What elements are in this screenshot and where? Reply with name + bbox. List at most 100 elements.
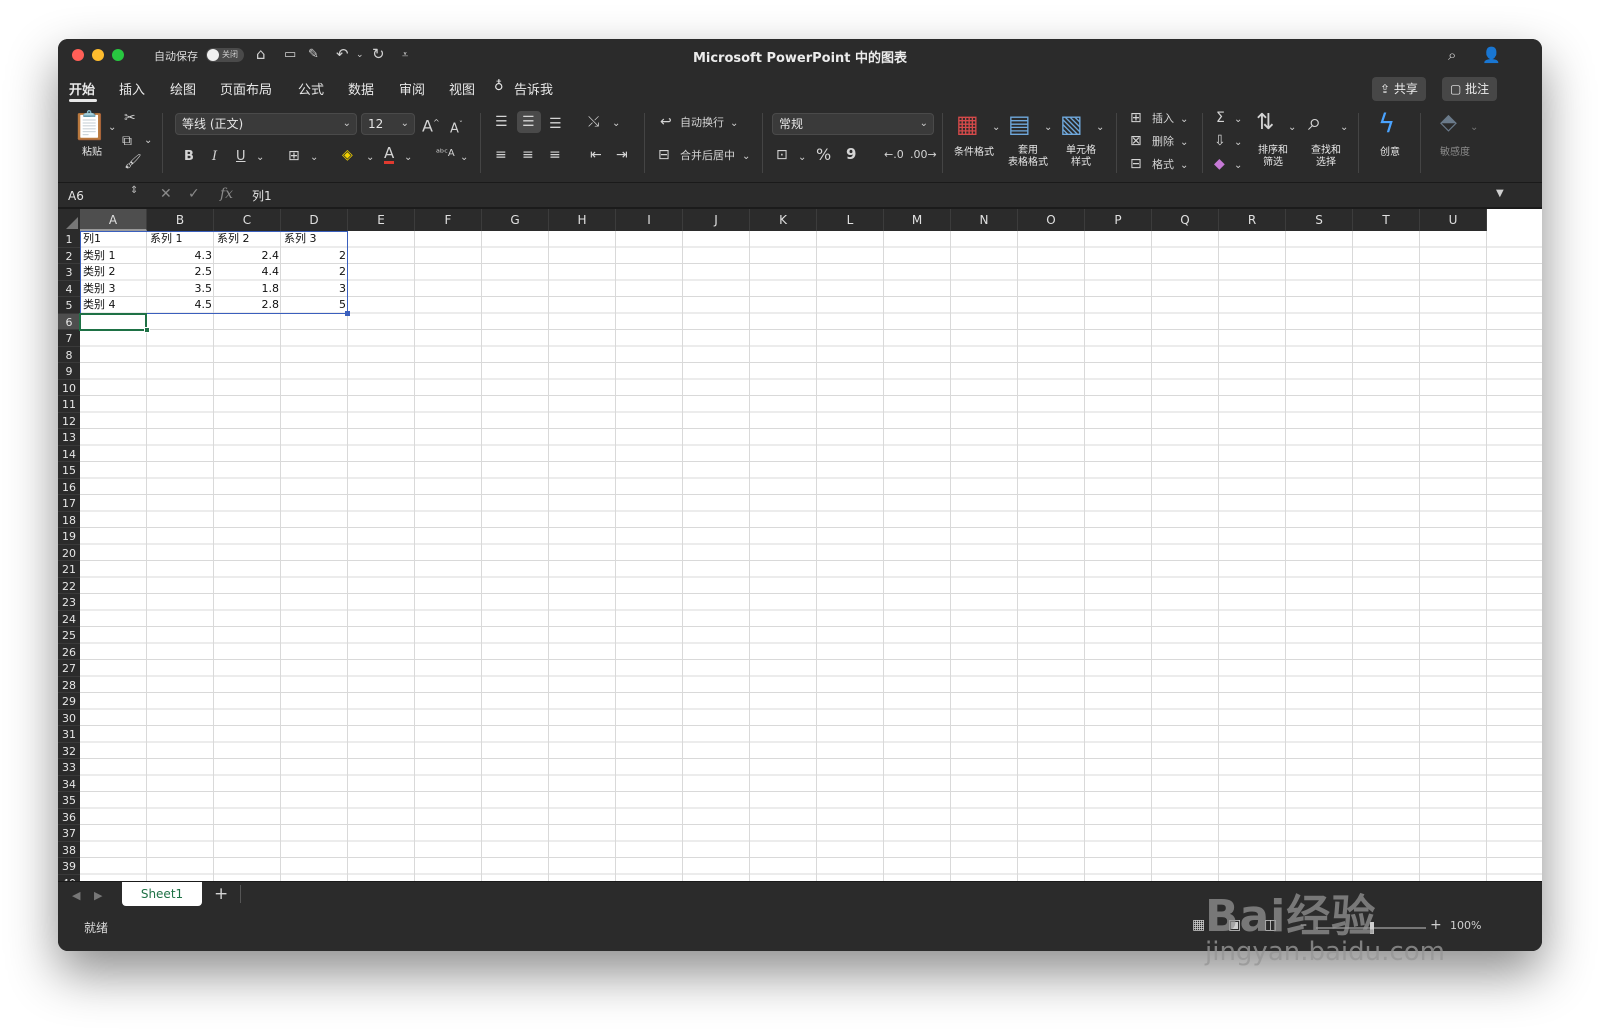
sensitivity-icon[interactable]: ⬘ — [1440, 111, 1457, 135]
zoom-in-icon[interactable]: + — [1430, 917, 1442, 933]
increase-indent-icon[interactable]: ⇥ — [616, 146, 628, 164]
copy-icon[interactable]: ⧉ — [122, 132, 132, 150]
row-header-38[interactable]: 38 — [58, 841, 80, 858]
column-header-q[interactable]: Q — [1152, 209, 1219, 231]
column-header-a[interactable]: A — [80, 209, 147, 231]
autosum-dropdown-icon[interactable]: ⌄ — [1234, 111, 1242, 129]
fill-color-icon[interactable]: ◈ — [342, 146, 353, 164]
column-header-t[interactable]: T — [1353, 209, 1420, 231]
row-header-33[interactable]: 33 — [58, 759, 80, 776]
tab-formulas[interactable]: 公式 — [298, 79, 324, 98]
column-header-u[interactable]: U — [1420, 209, 1487, 231]
ideas-icon[interactable]: ϟ — [1378, 109, 1395, 139]
insert-function-button[interactable]: fx — [220, 186, 233, 202]
sort-filter-icon[interactable]: ⇅ — [1256, 111, 1274, 135]
phonetic-icon[interactable]: ᵃᵇᶜA — [436, 145, 455, 163]
row-header-6[interactable]: 6 — [58, 313, 80, 330]
column-header-g[interactable]: G — [482, 209, 549, 231]
column-header-b[interactable]: B — [147, 209, 214, 231]
format-cells-icon[interactable]: ⊟ — [1130, 155, 1142, 173]
table-format-dropdown-icon[interactable]: ⌄ — [1044, 119, 1052, 137]
fill-handle[interactable] — [144, 327, 150, 333]
column-header-s[interactable]: S — [1286, 209, 1353, 231]
conditional-format-label[interactable]: 条件格式 — [950, 147, 998, 159]
row-header-32[interactable]: 32 — [58, 742, 80, 759]
row-header-16[interactable]: 16 — [58, 478, 80, 495]
add-sheet-button[interactable]: + — [214, 885, 228, 903]
tab-data[interactable]: 数据 — [348, 79, 374, 98]
clear-dropdown-icon[interactable]: ⌄ — [1234, 157, 1242, 175]
row-header-7[interactable]: 7 — [58, 330, 80, 347]
underline-dropdown-icon[interactable]: ⌄ — [256, 149, 264, 167]
row-header-4[interactable]: 4 — [58, 280, 80, 297]
chart-data-range[interactable] — [80, 231, 348, 314]
row-header-28[interactable]: 28 — [58, 676, 80, 693]
row-header-15[interactable]: 15 — [58, 462, 80, 479]
row-header-36[interactable]: 36 — [58, 808, 80, 825]
paste-icon[interactable]: 📋 — [72, 111, 107, 141]
row-header-30[interactable]: 30 — [58, 709, 80, 726]
account-icon[interactable]: 👤 — [1482, 46, 1501, 64]
column-header-o[interactable]: O — [1018, 209, 1085, 231]
copy-dropdown-icon[interactable]: ⌄ — [144, 132, 152, 150]
column-header-j[interactable]: J — [683, 209, 750, 231]
next-sheet-icon[interactable]: ▶ — [94, 887, 102, 905]
column-header-f[interactable]: F — [415, 209, 482, 231]
formula-input[interactable]: 列1 — [252, 187, 272, 204]
row-header-26[interactable]: 26 — [58, 643, 80, 660]
row-header-11[interactable]: 11 — [58, 396, 80, 413]
row-header-18[interactable]: 18 — [58, 511, 80, 528]
sensitivity-label[interactable]: 敏感度 — [1432, 147, 1478, 159]
italic-button[interactable]: I — [212, 148, 217, 166]
worksheet-grid[interactable]: ABCDEFGHIJKLMNOPQRSTU 1 2 3 4 5 6 7 8 9 10 11 12 13 1… — [58, 209, 1542, 881]
select-all-button[interactable] — [58, 209, 80, 231]
confirm-icon[interactable]: ✓ — [188, 186, 200, 202]
paste-dropdown-icon[interactable]: ⌄ — [108, 119, 116, 137]
column-header-l[interactable]: L — [817, 209, 884, 231]
orientation-icon[interactable]: ⤯ — [588, 113, 599, 131]
name-box-stepper-icon[interactable]: ⇕ — [130, 185, 138, 196]
column-header-e[interactable]: E — [348, 209, 415, 231]
row-header-23[interactable]: 23 — [58, 594, 80, 611]
row-header-21[interactable]: 21 — [58, 561, 80, 578]
format-painter-icon[interactable]: 🖌 — [124, 153, 142, 171]
row-header-25[interactable]: 25 — [58, 627, 80, 644]
tab-review[interactable]: 审阅 — [399, 79, 425, 98]
row-header-8[interactable]: 8 — [58, 346, 80, 363]
insert-dropdown-icon[interactable]: ⌄ — [1180, 111, 1188, 129]
borders-dropdown-icon[interactable]: ⌄ — [310, 149, 318, 167]
merge-center-icon[interactable]: ⊟ — [658, 146, 670, 164]
row-header-35[interactable]: 35 — [58, 792, 80, 809]
row-header-29[interactable]: 29 — [58, 693, 80, 710]
tab-insert[interactable]: 插入 — [119, 79, 145, 98]
table-format-icon[interactable]: ▤ — [1008, 111, 1031, 137]
column-header-k[interactable]: K — [750, 209, 817, 231]
cell-style-label[interactable]: 单元格 样式 — [1056, 145, 1106, 169]
fill-icon[interactable]: ⇩ — [1214, 132, 1226, 150]
align-center-icon[interactable]: ≡ — [522, 146, 534, 164]
column-header-d[interactable]: D — [281, 209, 348, 231]
row-header-20[interactable]: 20 — [58, 544, 80, 561]
tab-tell-me[interactable]: 告诉我 — [514, 79, 553, 98]
row-header-12[interactable]: 12 — [58, 412, 80, 429]
row-header-39[interactable]: 39 — [58, 858, 80, 875]
align-top-icon[interactable]: ☰ — [495, 113, 508, 131]
column-header-n[interactable]: N — [951, 209, 1018, 231]
prev-sheet-icon[interactable]: ◀ — [72, 887, 80, 905]
sensitivity-dropdown-icon[interactable]: ⌄ — [1470, 119, 1478, 137]
row-header-10[interactable]: 10 — [58, 379, 80, 396]
normal-view-icon[interactable]: ▦ — [1192, 917, 1205, 933]
cell-area[interactable]: 列1 系列 1 系列 2 系列 3 类别 1 4.3 2.4 2 类别 2 2.5 4.4 2 类别 3… — [79, 231, 1542, 881]
comments-button[interactable]: ▢ 批注 — [1442, 77, 1498, 101]
cancel-icon[interactable]: ✕ — [160, 186, 172, 202]
range-resize-handle[interactable] — [345, 310, 350, 316]
row-header-37[interactable]: 37 — [58, 825, 80, 842]
format-dropdown-icon[interactable]: ⌄ — [1180, 157, 1188, 175]
insert-cells-icon[interactable]: ⊞ — [1130, 109, 1142, 127]
underline-button[interactable]: U — [236, 148, 246, 166]
row-header-24[interactable]: 24 — [58, 610, 80, 627]
fill-dropdown-icon[interactable]: ⌄ — [1234, 134, 1242, 152]
align-right-icon[interactable]: ≡ — [549, 146, 561, 164]
align-middle-button[interactable]: ☰ — [517, 111, 541, 133]
row-header-3[interactable]: 3 — [58, 264, 80, 281]
